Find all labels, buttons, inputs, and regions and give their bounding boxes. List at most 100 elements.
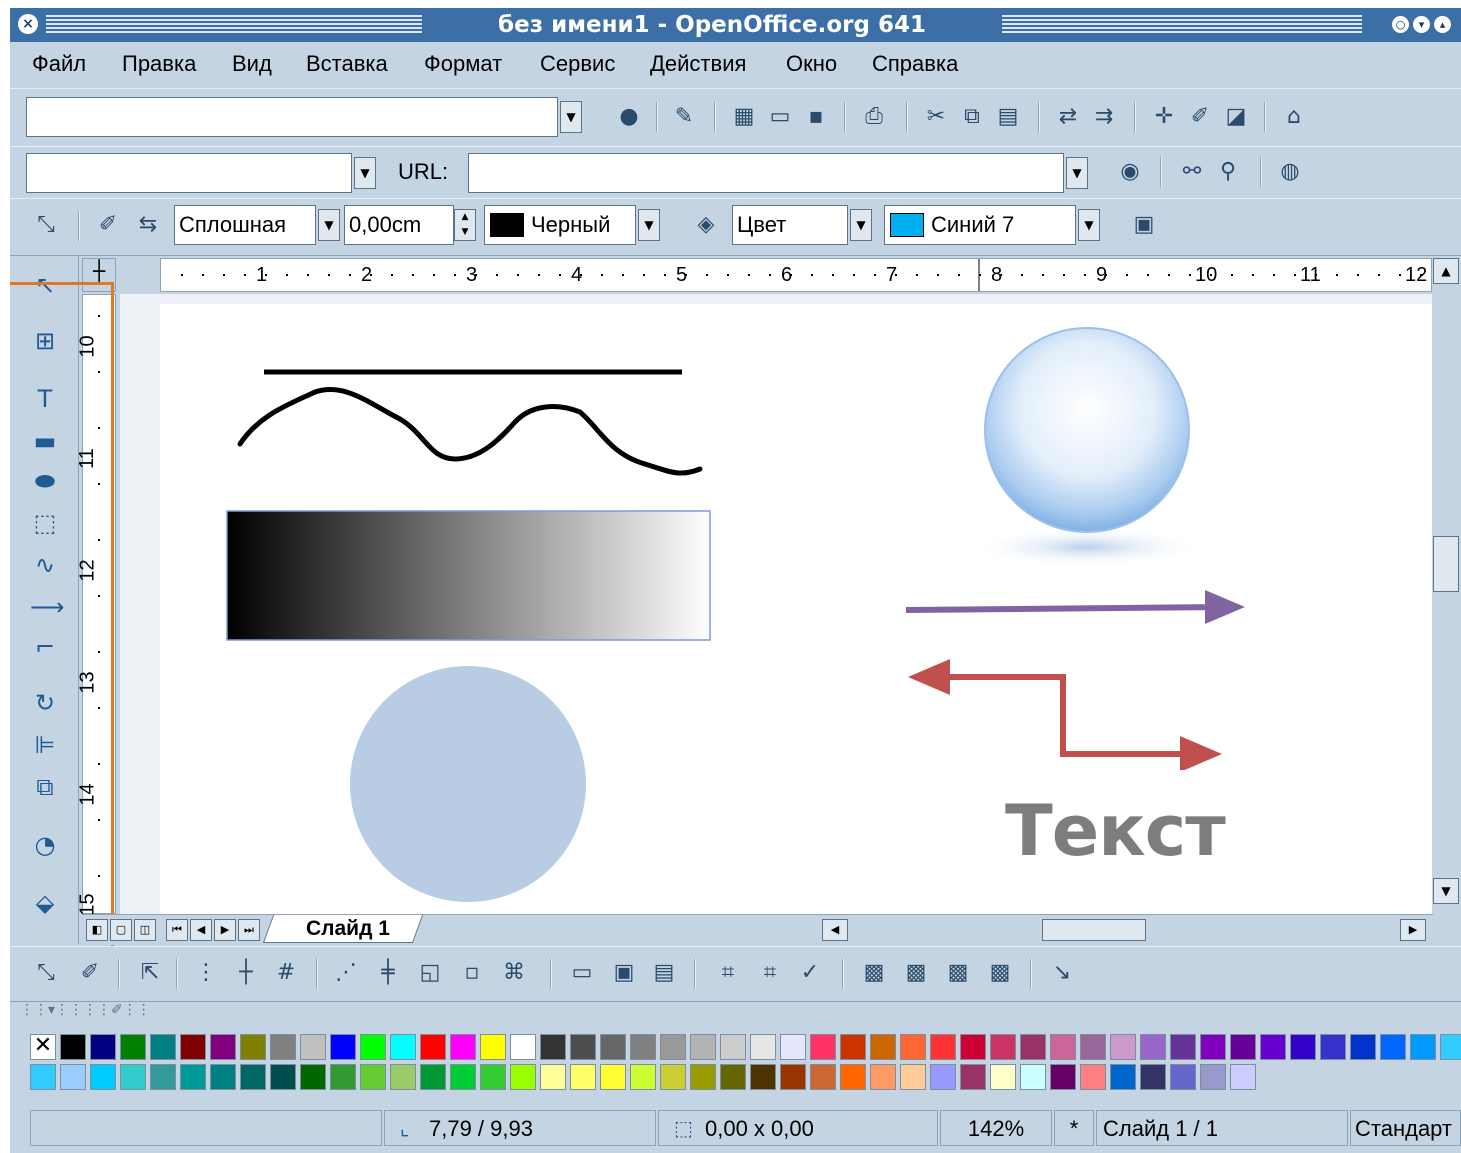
menu-insert[interactable]: Вставка bbox=[306, 51, 388, 77]
exit-group-icon[interactable]: ⇱ bbox=[136, 959, 164, 987]
color-swatch[interactable] bbox=[240, 1064, 266, 1090]
color-swatch[interactable] bbox=[1050, 1034, 1076, 1060]
color-swatch[interactable] bbox=[270, 1064, 296, 1090]
color-swatch[interactable] bbox=[300, 1064, 326, 1090]
color-swatch[interactable] bbox=[1140, 1064, 1166, 1090]
new-document-icon[interactable]: ▦ bbox=[730, 103, 758, 131]
layer-view-icon[interactable]: ◫ bbox=[134, 919, 156, 941]
color-swatch[interactable] bbox=[750, 1064, 776, 1090]
color-swatch[interactable] bbox=[480, 1064, 506, 1090]
color-swatch[interactable] bbox=[1230, 1034, 1256, 1060]
menu-window[interactable]: Окно bbox=[786, 51, 837, 77]
color-swatch[interactable] bbox=[1140, 1034, 1166, 1060]
maximize-icon[interactable]: ▴ bbox=[1434, 16, 1451, 33]
menu-help[interactable]: Справка bbox=[872, 51, 958, 77]
color-swatch[interactable] bbox=[1230, 1064, 1256, 1090]
guides-icon[interactable]: # bbox=[272, 959, 300, 987]
line-style-dropdown[interactable]: ▼ bbox=[318, 209, 340, 241]
color-swatch[interactable] bbox=[690, 1064, 716, 1090]
menu-actions[interactable]: Действия bbox=[650, 51, 746, 77]
area-style-select[interactable]: Цвет bbox=[732, 205, 848, 245]
color-swatch[interactable] bbox=[1170, 1064, 1196, 1090]
scroll-right-button[interactable]: ▶ bbox=[1400, 919, 1426, 941]
edit-file-icon[interactable]: ✎ bbox=[670, 103, 698, 131]
color-swatch[interactable] bbox=[540, 1064, 566, 1090]
target-frame-icon[interactable]: ◉ bbox=[1116, 158, 1144, 186]
color-swatch[interactable] bbox=[420, 1064, 446, 1090]
globe-icon[interactable]: ◍ bbox=[1276, 158, 1304, 186]
color-swatch[interactable] bbox=[750, 1034, 776, 1060]
slide-tab-label[interactable]: Слайд 1 bbox=[306, 917, 390, 941]
edit-points-icon[interactable]: ⤡ bbox=[32, 959, 60, 987]
line-preview-icon[interactable]: ▩ bbox=[944, 959, 972, 987]
slide-page[interactable]: Текст bbox=[160, 304, 1432, 926]
color-swatch[interactable] bbox=[600, 1064, 626, 1090]
color-swatch[interactable] bbox=[630, 1034, 656, 1060]
vertical-scrollbar[interactable]: ▲ ▼ bbox=[1433, 256, 1461, 912]
color-swatch[interactable] bbox=[600, 1034, 626, 1060]
large-handles-icon[interactable]: ⌗ bbox=[756, 959, 784, 987]
scroll-left-button[interactable]: ◀ bbox=[822, 919, 848, 941]
shade-icon[interactable]: ▾ bbox=[1413, 16, 1430, 33]
close-icon[interactable]: × bbox=[18, 14, 38, 34]
color-swatch[interactable] bbox=[420, 1034, 446, 1060]
color-swatch[interactable] bbox=[990, 1034, 1016, 1060]
stop-loading-icon[interactable]: ● bbox=[615, 103, 643, 131]
color-swatch[interactable] bbox=[210, 1064, 236, 1090]
area-icon[interactable]: ◈ bbox=[692, 211, 720, 239]
color-swatch[interactable] bbox=[1410, 1034, 1436, 1060]
color-swatch[interactable] bbox=[840, 1064, 866, 1090]
color-swatch[interactable] bbox=[360, 1034, 386, 1060]
color-swatch[interactable] bbox=[90, 1034, 116, 1060]
color-swatch[interactable] bbox=[720, 1064, 746, 1090]
color-swatch[interactable] bbox=[1290, 1034, 1316, 1060]
search-link-icon[interactable]: ⚲ bbox=[1214, 158, 1242, 186]
handles-icon[interactable]: ⌗ bbox=[714, 959, 742, 987]
hyperlink-icon[interactable]: ⚯ bbox=[1178, 158, 1206, 186]
url-name-dropdown[interactable]: ▼ bbox=[354, 157, 376, 189]
paste-icon[interactable]: ▤ bbox=[994, 103, 1022, 131]
color-swatch[interactable] bbox=[810, 1034, 836, 1060]
area-style-dropdown[interactable]: ▼ bbox=[850, 209, 872, 241]
color-swatch[interactable] bbox=[240, 1034, 266, 1060]
color-swatch[interactable] bbox=[1200, 1034, 1226, 1060]
color-swatch[interactable] bbox=[930, 1034, 956, 1060]
snap-grid-icon[interactable]: ⋰ bbox=[332, 959, 360, 987]
color-swatch[interactable] bbox=[360, 1064, 386, 1090]
color-swatch[interactable] bbox=[900, 1064, 926, 1090]
color-swatch[interactable] bbox=[900, 1034, 926, 1060]
text-frame[interactable]: Текст bbox=[950, 770, 1258, 926]
url-dropdown[interactable]: ▼ bbox=[1066, 157, 1088, 189]
undo-icon[interactable]: ⇄ bbox=[1054, 103, 1082, 131]
quick-edit-icon[interactable]: ✓ bbox=[796, 959, 824, 987]
color-swatch[interactable] bbox=[1380, 1034, 1406, 1060]
color-swatch[interactable] bbox=[960, 1034, 986, 1060]
line-color-dropdown[interactable]: ▼ bbox=[638, 209, 660, 241]
edit-points-icon[interactable]: ⤡ bbox=[32, 211, 60, 239]
color-swatch[interactable] bbox=[1200, 1064, 1226, 1090]
snap-points-icon[interactable]: ⌘ bbox=[500, 959, 528, 987]
color-swatch[interactable] bbox=[1170, 1034, 1196, 1060]
load-url-dropdown[interactable]: ▼ bbox=[560, 101, 582, 133]
color-swatch[interactable] bbox=[1320, 1034, 1346, 1060]
color-swatch[interactable] bbox=[1110, 1034, 1136, 1060]
next-slide-icon[interactable]: ▶ bbox=[214, 919, 236, 941]
color-swatch[interactable] bbox=[540, 1034, 566, 1060]
url-field[interactable] bbox=[468, 153, 1064, 193]
snap-frame-icon[interactable]: ▫ bbox=[458, 959, 486, 987]
text-fit-icon[interactable]: ▭ bbox=[568, 959, 596, 987]
snap-page-icon[interactable]: ◱ bbox=[416, 959, 444, 987]
color-swatch[interactable] bbox=[930, 1064, 956, 1090]
shadow-icon[interactable]: ▣ bbox=[1130, 211, 1158, 239]
color-swatch[interactable] bbox=[660, 1064, 686, 1090]
color-swatch[interactable] bbox=[120, 1064, 146, 1090]
title-bar[interactable]: × без имени1 - OpenOffice.org 641 ○ ▾ ▴ bbox=[10, 8, 1461, 42]
menu-file[interactable]: Файл bbox=[32, 51, 86, 77]
color-swatch[interactable] bbox=[660, 1034, 686, 1060]
print-icon[interactable]: ⎙ bbox=[860, 103, 888, 131]
copy-icon[interactable]: ⧉ bbox=[958, 103, 986, 131]
color-swatch[interactable] bbox=[780, 1034, 806, 1060]
scroll-thumb[interactable] bbox=[1433, 536, 1459, 592]
cut-icon[interactable]: ✂ bbox=[922, 103, 950, 131]
arrow-style-icon[interactable]: ⇆ bbox=[134, 211, 162, 239]
